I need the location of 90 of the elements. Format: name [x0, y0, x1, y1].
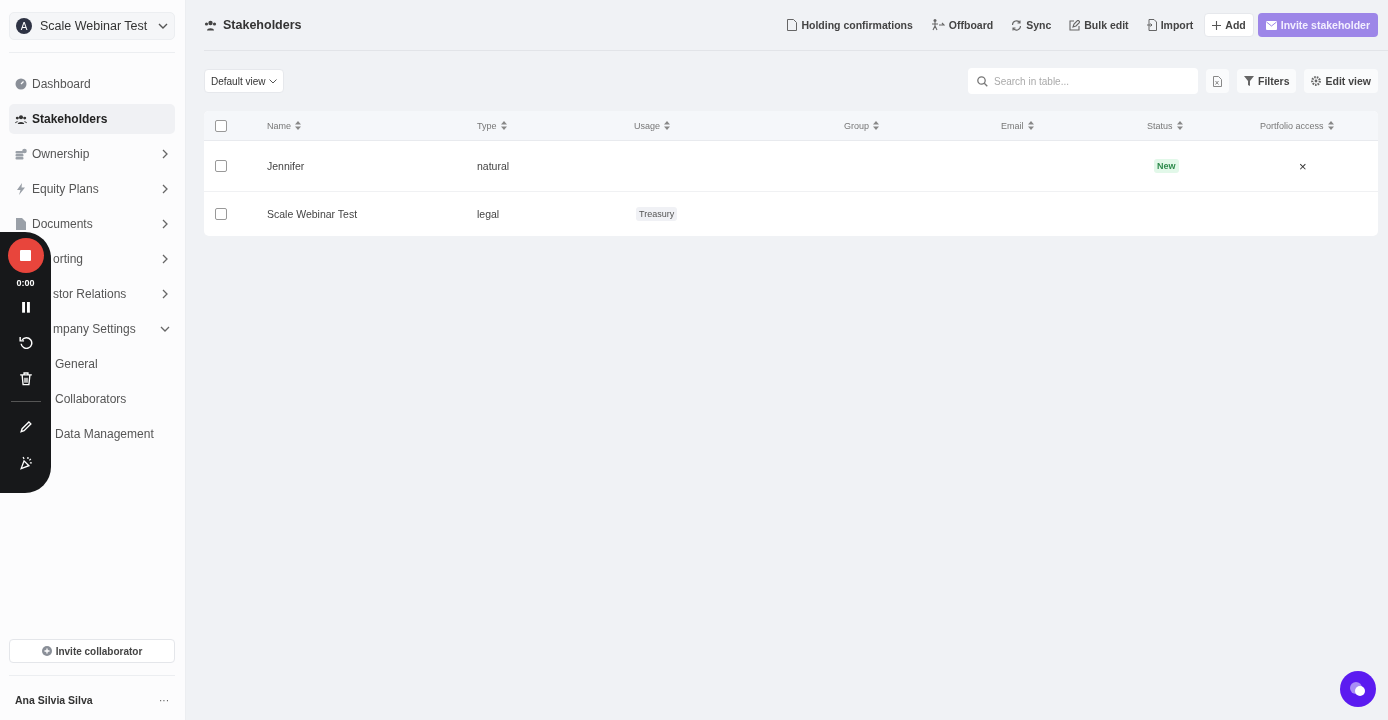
- plus-icon: [1212, 20, 1222, 30]
- edit-view-button[interactable]: Edit view: [1304, 69, 1378, 93]
- stop-record-button[interactable]: [7, 238, 44, 273]
- sidebar-label: Documents: [32, 217, 94, 231]
- coins-icon: [15, 148, 27, 160]
- bolt-icon: [15, 183, 27, 195]
- filters-button[interactable]: Filters: [1236, 69, 1297, 93]
- sidebar-label: orting: [53, 252, 85, 266]
- chat-button[interactable]: [1340, 671, 1376, 707]
- sidebar-item[interactable]: Equity Plans: [9, 174, 175, 204]
- sort-icon[interactable]: [1176, 121, 1183, 130]
- chevron-down-icon: [269, 78, 278, 84]
- sidebar-label: Equity Plans: [32, 182, 100, 196]
- restart-icon[interactable]: [18, 335, 33, 350]
- select-all-checkbox[interactable]: [215, 119, 227, 132]
- sidebar-label: Ownership: [32, 147, 91, 161]
- toolbar-link[interactable]: Sync: [1004, 13, 1059, 37]
- sidebar-item[interactable]: orting: [51, 244, 175, 274]
- portfolio-access-mark: ×: [1299, 158, 1307, 174]
- filter-icon: [1243, 76, 1254, 86]
- sparkle-wand-icon[interactable]: [18, 456, 33, 470]
- sort-icon[interactable]: [1027, 121, 1034, 130]
- usage-tag: Treasury: [636, 207, 678, 221]
- plus-circle-icon: [41, 646, 52, 656]
- toolbar-link[interactable]: Offboard: [923, 13, 1001, 37]
- view-dropdown[interactable]: Default view: [204, 69, 285, 93]
- column-header[interactable]: Type: [477, 120, 497, 131]
- mail-icon: [1265, 20, 1277, 30]
- row-checkbox[interactable]: [215, 160, 227, 172]
- toolbar-link[interactable]: Holding confirmations: [780, 13, 920, 37]
- person-arrow-icon: [930, 19, 945, 31]
- column-header[interactable]: Status: [1147, 120, 1173, 131]
- column-header[interactable]: Name: [267, 120, 291, 131]
- sort-icon[interactable]: [1327, 121, 1334, 130]
- table-cell: Jennifer: [267, 160, 305, 172]
- file-icon: [15, 218, 27, 230]
- more-button[interactable]: ···: [159, 694, 169, 706]
- gauge-icon: [15, 78, 27, 90]
- column-header[interactable]: Group: [844, 120, 869, 131]
- trash-icon[interactable]: [19, 372, 32, 386]
- row-checkbox[interactable]: [215, 208, 227, 220]
- sidebar-label: Dashboard: [32, 77, 92, 91]
- chevron-down-icon: [158, 23, 168, 29]
- sidebar-label: stor Relations: [53, 287, 128, 301]
- table-cell: natural: [477, 160, 510, 172]
- toolbar-link[interactable]: Bulk edit: [1062, 13, 1136, 37]
- add-button[interactable]: Add: [1204, 13, 1254, 37]
- status-badge: New: [1154, 159, 1179, 173]
- workspace-name: Scale Webinar Test: [40, 19, 149, 33]
- workspace-switcher[interactable]: A Scale Webinar Test: [9, 12, 175, 40]
- sidebar-item[interactable]: Ownership: [9, 139, 175, 169]
- table-cell: Scale Webinar Test: [267, 208, 358, 220]
- sidebar-subitem[interactable]: Collaborators: [51, 384, 175, 414]
- column-header[interactable]: Usage: [634, 120, 660, 131]
- sidebar-subitem[interactable]: General: [51, 349, 175, 379]
- workspace-avatar: A: [16, 18, 32, 34]
- sidebar-item[interactable]: Stakeholders: [9, 104, 175, 134]
- search-icon: [976, 76, 988, 87]
- people-icon: [15, 113, 27, 125]
- file-import-icon: [1146, 19, 1157, 31]
- sidebar-item[interactable]: Dashboard: [9, 69, 175, 99]
- sort-icon[interactable]: [500, 121, 507, 130]
- sort-icon[interactable]: [295, 121, 301, 130]
- sidebar-item[interactable]: Documents: [9, 209, 175, 239]
- spreadsheet-file-icon: [1212, 75, 1222, 87]
- page-title: Stakeholders: [223, 18, 302, 32]
- invite-collaborator-button[interactable]: Invite collaborator: [9, 639, 175, 663]
- user-name: Ana Silvia Silva: [15, 694, 93, 706]
- export-button[interactable]: [1205, 69, 1229, 93]
- pencil-icon[interactable]: [18, 419, 33, 434]
- sort-icon[interactable]: [873, 121, 879, 130]
- column-header[interactable]: Email: [1001, 120, 1024, 131]
- sidebar-label: mpany Settings: [53, 322, 137, 336]
- sidebar-label: Stakeholders: [32, 112, 109, 126]
- sync-icon: [1011, 19, 1023, 31]
- chat-bubbles-icon: [1349, 681, 1367, 697]
- sidebar-item[interactable]: stor Relations: [51, 279, 175, 309]
- document-icon: [787, 19, 798, 31]
- edit-icon: [1069, 19, 1081, 31]
- search-field[interactable]: Search in table...: [967, 68, 1198, 94]
- gear-icon: [1311, 76, 1322, 86]
- toolbar-link[interactable]: Import: [1139, 13, 1201, 37]
- pause-icon[interactable]: [20, 301, 31, 313]
- table-cell: legal: [477, 208, 500, 220]
- column-header[interactable]: Portfolio access: [1260, 120, 1324, 131]
- sidebar-item[interactable]: mpany Settings: [51, 314, 175, 344]
- people-icon: [204, 19, 217, 31]
- sidebar-subitem[interactable]: Data Management: [51, 419, 175, 449]
- sort-icon[interactable]: [664, 121, 670, 130]
- recording-timer: 0:00: [16, 277, 35, 288]
